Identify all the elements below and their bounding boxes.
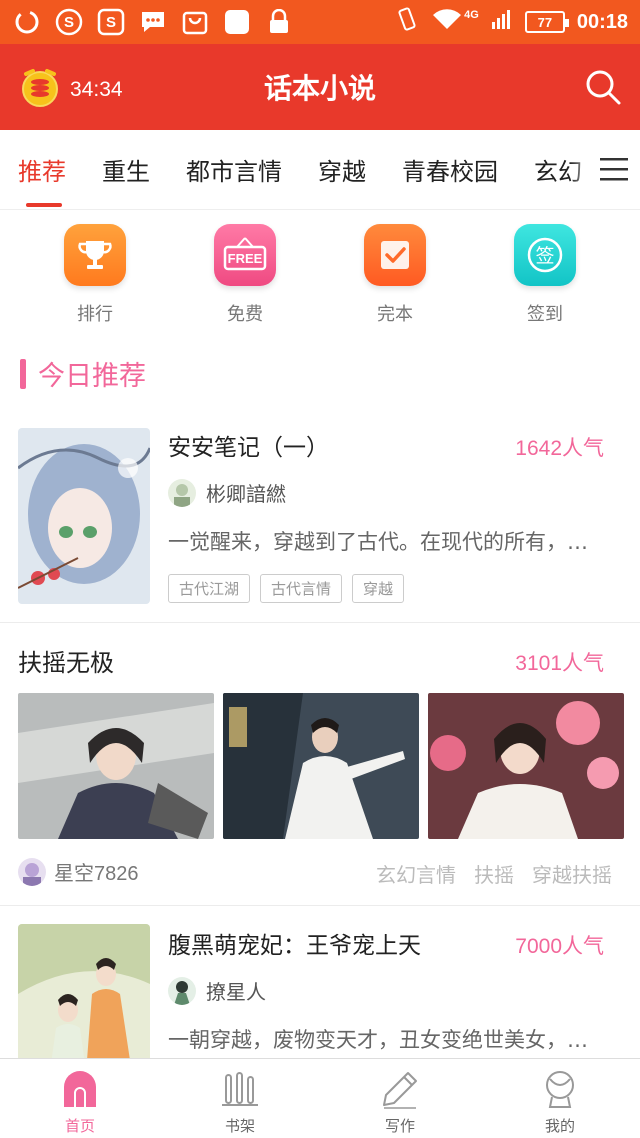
profile-icon xyxy=(546,1071,574,1108)
tab-urban-romance[interactable]: 都市言情 xyxy=(186,152,282,187)
tab-campus[interactable]: 青春校园 xyxy=(402,152,498,187)
home-icon xyxy=(64,1071,96,1107)
svg-text:签: 签 xyxy=(535,245,554,267)
post-tags: 玄幻言情 扶摇 穿越扶摇 xyxy=(376,859,612,888)
tag[interactable]: 古代言情 xyxy=(260,574,343,603)
book-description: 一朝穿越，废物变天才，丑女变绝世美女，… xyxy=(168,1028,588,1052)
finished-entry[interactable]: 完本 xyxy=(335,224,455,332)
book-author[interactable]: 撩星人 xyxy=(168,976,266,1005)
book-cover xyxy=(18,428,150,604)
post-image[interactable] xyxy=(223,693,419,839)
check-icon xyxy=(364,224,426,286)
app-header: 34:34 话本小说 xyxy=(0,44,640,130)
book-title: 腹黑萌宠妃：王爷宠上天 xyxy=(168,933,421,959)
nav-label: 我的 xyxy=(544,1117,575,1135)
author-name: 星空7826 xyxy=(54,863,139,885)
nav-label: 首页 xyxy=(64,1117,95,1135)
tab-rebirth[interactable]: 重生 xyxy=(102,152,150,187)
free-entry[interactable]: FREE 免费 xyxy=(185,224,305,332)
category-menu-button[interactable] xyxy=(598,156,630,182)
book-heat: 7000人气 xyxy=(515,935,604,958)
svg-text:FREE: FREE xyxy=(228,251,263,266)
sogou-input-icon: S xyxy=(96,7,126,37)
menu-icon xyxy=(600,158,628,181)
post-image[interactable] xyxy=(428,693,624,839)
book-title: 安安笔记（一） xyxy=(168,435,329,461)
signin-entry[interactable]: 签 签到 xyxy=(485,224,605,332)
tag[interactable]: 扶摇 xyxy=(474,859,514,888)
book-card[interactable]: 安安笔记（一） 1642人气 彬卿諳繎 一觉醒来，穿越到了古代。在现代的所有，…… xyxy=(0,424,640,622)
post-image[interactable] xyxy=(18,693,214,839)
category-tabs: 推荐 重生 都市言情 穿越 青春校园 玄幻 xyxy=(0,130,640,210)
app-icon xyxy=(222,7,252,37)
vibrate-icon xyxy=(394,6,420,38)
avatar xyxy=(168,976,196,1005)
svg-text:S: S xyxy=(106,14,116,31)
pen-icon xyxy=(383,1072,417,1109)
sync-icon xyxy=(12,7,42,37)
nav-profile[interactable]: 我的 xyxy=(480,1059,640,1138)
coin-count: 34:34 xyxy=(70,78,123,101)
post-card[interactable]: 扶摇无极 3101人气 星空7826 玄幻言情 扶摇 穿越扶摇 xyxy=(0,623,640,905)
signin-icon: 签 xyxy=(514,224,576,286)
coin-counter[interactable]: 34:34 xyxy=(18,66,123,114)
lock-icon xyxy=(264,7,294,37)
book-heat: 1642人气 xyxy=(515,437,604,460)
tag[interactable]: 穿越扶摇 xyxy=(532,859,612,888)
nav-label: 写作 xyxy=(384,1117,415,1135)
book-cover xyxy=(18,924,150,1058)
nav-label: 书架 xyxy=(224,1117,255,1135)
app-title: 话本小说 xyxy=(263,72,376,105)
status-bar: S S 4G 77 00:18 xyxy=(0,0,640,44)
section-heading: 今日推荐 xyxy=(20,354,146,393)
free-icon: FREE xyxy=(214,224,276,286)
clock: 00:18 xyxy=(576,10,628,33)
sogou-icon: S xyxy=(54,7,84,37)
book-card[interactable]: 腹黑萌宠妃：王爷宠上天 7000人气 撩星人 一朝穿越，废物变天才，丑女变绝世美… xyxy=(0,906,640,1058)
ranking-entry[interactable]: 排行 xyxy=(35,224,155,332)
search-button[interactable] xyxy=(584,68,622,106)
tag[interactable]: 玄幻言情 xyxy=(376,859,456,888)
trophy-icon xyxy=(64,224,126,286)
signin-label: 签到 xyxy=(527,304,563,325)
tab-time-travel[interactable]: 穿越 xyxy=(318,152,366,187)
nav-bookshelf[interactable]: 书架 xyxy=(160,1059,320,1138)
search-icon xyxy=(586,70,621,105)
book-description: 一觉醒来，穿越到了古代。在现代的所有，… xyxy=(168,530,588,554)
avatar xyxy=(18,857,46,886)
wifi-icon xyxy=(432,7,462,37)
author-name: 彬卿諳繎 xyxy=(206,482,286,506)
network-type: 4G xyxy=(464,9,479,21)
tab-recommend[interactable]: 推荐 xyxy=(18,152,66,207)
svg-text:S: S xyxy=(64,14,74,31)
bookshelf-icon xyxy=(222,1072,258,1106)
finished-label: 完本 xyxy=(377,304,413,325)
quick-entries: 排行 FREE 免费 完本 签 签到 xyxy=(0,212,640,332)
book-tags: 古代江湖 古代言情 穿越 xyxy=(168,574,405,603)
section-bar xyxy=(20,358,26,389)
nav-write[interactable]: 写作 xyxy=(320,1059,480,1138)
section-title: 今日推荐 xyxy=(38,361,146,392)
author-name: 撩星人 xyxy=(206,980,266,1004)
nav-home[interactable]: 首页 xyxy=(0,1059,160,1138)
bottom-navigation: 首页 书架 写作 我的 xyxy=(0,1058,640,1138)
post-author[interactable]: 星空7826 xyxy=(18,857,139,886)
book-author[interactable]: 彬卿諳繎 xyxy=(168,478,286,507)
alarm-coin-icon xyxy=(18,66,62,114)
ranking-label: 排行 xyxy=(77,304,113,325)
post-title: 扶摇无极 xyxy=(18,649,114,677)
tag[interactable]: 穿越 xyxy=(352,574,405,603)
free-label: 免费 xyxy=(227,304,263,325)
post-heat: 3101人气 xyxy=(515,652,604,675)
message-icon xyxy=(138,7,168,37)
battery-indicator: 77 xyxy=(524,11,569,33)
tag[interactable]: 古代江湖 xyxy=(168,574,251,603)
post-images xyxy=(18,693,624,839)
avatar xyxy=(168,478,196,507)
bag-icon xyxy=(180,7,210,37)
signal-icon xyxy=(491,8,513,36)
